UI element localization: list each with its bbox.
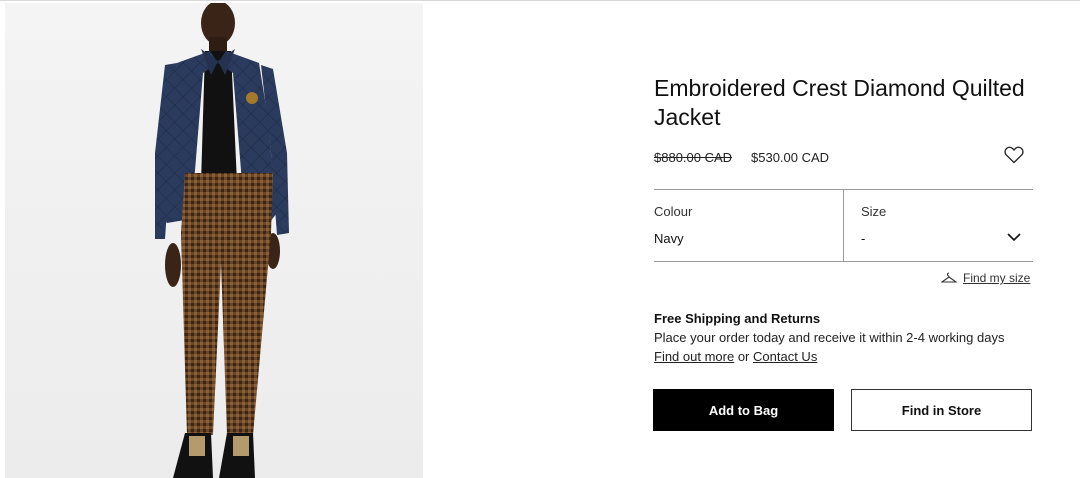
contact-us-link[interactable]: Contact Us [753,349,817,364]
colour-label: Colour [654,204,693,219]
chevron-down-icon[interactable] [1007,232,1021,242]
product-image[interactable] [5,3,423,478]
size-dropdown[interactable]: Size - [844,190,1033,261]
shipping-links: Find out more or Contact Us [654,349,817,364]
sale-price: $530.00 CAD [751,150,830,165]
size-label: Size [861,204,887,219]
size-value: - [861,231,866,246]
heart-outline-icon[interactable] [1004,146,1024,164]
top-divider [0,0,1080,1]
shipping-title: Free Shipping and Returns [654,311,821,326]
find-out-more-link[interactable]: Find out more [654,349,734,364]
shipping-text: Place your order today and receive it wi… [654,330,1005,345]
variant-selectors: Colour Navy Size - [654,189,1033,262]
colour-value: Navy [654,231,684,246]
colour-selector[interactable]: Colour Navy [654,190,844,261]
original-price: $880.00 CAD [654,150,733,165]
hanger-icon [941,272,957,283]
find-in-store-button[interactable]: Find in Store [851,389,1032,431]
find-my-size-label: Find my size [963,271,1031,285]
shipping-connector: or [737,349,750,364]
find-my-size-link[interactable]: Find my size [941,271,1030,285]
add-to-bag-button[interactable]: Add to Bag [653,389,834,431]
product-title: Embroidered Crest Diamond Quilted Jacket [654,75,1025,130]
